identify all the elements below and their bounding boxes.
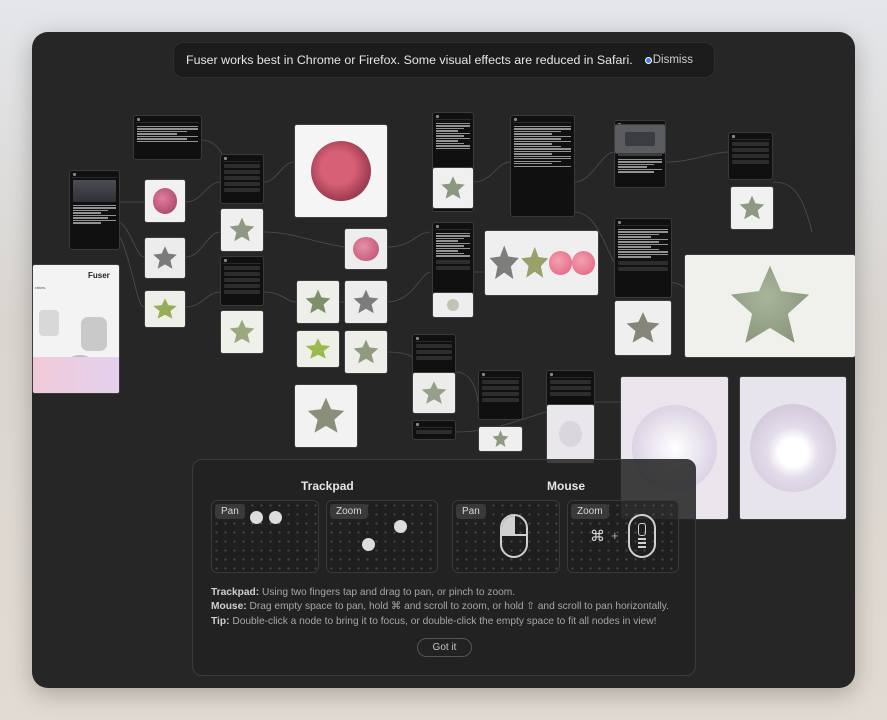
trackpad-pan-panel: Pan <box>211 500 319 573</box>
image-node[interactable] <box>412 372 456 414</box>
app-window: Fuser rators. Fuser works best in Chrome… <box>32 32 855 688</box>
image-node[interactable] <box>296 280 340 324</box>
image-node[interactable] <box>432 292 474 318</box>
mouse-pan-panel: Pan <box>452 500 560 573</box>
text-node[interactable] <box>614 218 672 298</box>
got-it-button[interactable]: Got it <box>417 638 472 657</box>
help-tips: Trackpad: Using two fingers tap and drag… <box>211 586 669 629</box>
settings-node[interactable] <box>478 370 523 420</box>
image-node[interactable] <box>739 376 847 520</box>
image-node[interactable] <box>294 124 388 218</box>
zoom-tag: Zoom <box>330 504 368 519</box>
browser-warning-banner: Fuser works best in Chrome or Firefox. S… <box>173 42 715 78</box>
settings-node[interactable] <box>728 132 773 180</box>
image-node[interactable] <box>294 384 358 448</box>
image-node[interactable] <box>144 237 186 279</box>
banner-message: Fuser works best in Chrome or Firefox. S… <box>186 53 633 67</box>
finger-dot <box>394 520 407 533</box>
settings-node[interactable] <box>220 154 264 204</box>
text-node[interactable] <box>133 115 202 160</box>
image-node[interactable] <box>296 330 340 368</box>
pan-tag: Pan <box>215 504 245 519</box>
dismiss-button[interactable]: Dismiss <box>647 53 699 67</box>
settings-node[interactable] <box>412 334 456 374</box>
command-key-icon: ⌘ <box>590 528 605 545</box>
controls-help-dialog: Trackpad Mouse Pan Zoom Pan Zoom ⌘ + Tra… <box>192 459 696 676</box>
image-node[interactable] <box>730 186 774 230</box>
trackpad-zoom-panel: Zoom <box>326 500 438 573</box>
mouse-zoom-panel: Zoom ⌘ + <box>567 500 679 573</box>
text-node[interactable] <box>69 170 120 250</box>
image-node[interactable] <box>484 230 599 296</box>
zoom-tag: Zoom <box>571 504 609 519</box>
landing-brand: Fuser <box>88 271 110 280</box>
image-node[interactable] <box>144 290 186 328</box>
mouse-title: Mouse <box>547 479 586 493</box>
image-node[interactable] <box>144 179 186 223</box>
text-node[interactable] <box>510 115 575 217</box>
image-node[interactable] <box>614 124 666 154</box>
image-node[interactable] <box>344 228 388 270</box>
pan-tag: Pan <box>456 504 486 519</box>
image-node[interactable] <box>344 280 388 324</box>
plus-sign: + <box>611 528 619 543</box>
tip-focus: Tip: Double-click a node to bring it to … <box>211 615 657 627</box>
landing-snippet: rators. <box>35 285 47 290</box>
node-canvas[interactable]: Fuser rators. Fuser works best in Chrome… <box>32 32 855 688</box>
settings-node[interactable] <box>412 420 456 440</box>
finger-dot <box>269 511 282 524</box>
image-node[interactable] <box>432 167 474 209</box>
finger-dot <box>250 511 263 524</box>
image-node[interactable] <box>344 330 388 374</box>
image-node[interactable] <box>614 300 672 356</box>
finger-dot <box>362 538 375 551</box>
mouse-click-icon <box>500 514 528 558</box>
image-node[interactable] <box>220 208 264 252</box>
image-node[interactable] <box>478 426 523 452</box>
trackpad-title: Trackpad <box>301 479 354 493</box>
landing-page-node[interactable]: Fuser rators. <box>32 264 120 394</box>
image-node[interactable] <box>546 404 595 464</box>
settings-node[interactable] <box>220 256 264 306</box>
image-node[interactable] <box>684 254 855 358</box>
tip-trackpad: Trackpad: Using two fingers tap and drag… <box>211 587 516 598</box>
tip-mouse: Mouse: Drag empty space to pan, hold ⌘ a… <box>211 601 669 613</box>
image-node[interactable] <box>220 310 264 354</box>
mouse-scroll-icon <box>628 514 656 558</box>
